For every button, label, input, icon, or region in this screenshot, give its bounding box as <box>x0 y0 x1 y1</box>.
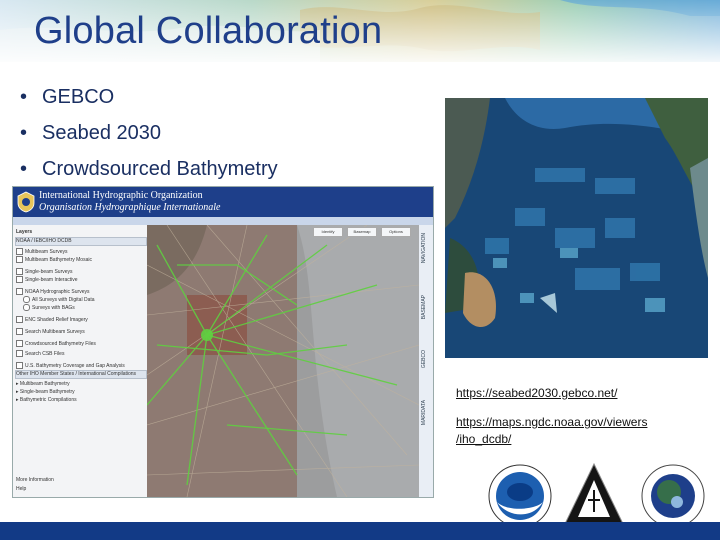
viewer-subbar <box>13 217 433 225</box>
checkbox[interactable] <box>16 268 23 275</box>
bullet-item: • GEBCO <box>20 82 278 118</box>
globe-seal-logo-icon <box>641 464 705 528</box>
checkbox[interactable] <box>16 316 23 323</box>
search-icon <box>16 350 23 357</box>
dcdb-viewer-screenshot: International Hydrographic Organization … <box>12 186 434 498</box>
layer-row[interactable]: NOAA Hydrographic Surveys <box>16 288 89 295</box>
checkbox[interactable] <box>16 362 23 369</box>
viewer-header: International Hydrographic Organization … <box>13 187 433 217</box>
radio[interactable] <box>23 304 30 311</box>
footer-bar <box>0 522 720 540</box>
noaa-logo-icon <box>488 464 552 528</box>
layer-group-label: Other IHO Member States / International … <box>16 371 137 377</box>
checkbox[interactable] <box>16 256 23 263</box>
checkbox[interactable] <box>16 288 23 295</box>
iho-triangle-logo-icon <box>562 462 626 529</box>
viewer-side-tabs: NAVIGATION BASEMAP GEBCO MARIDATA <box>419 225 433 497</box>
layer-row[interactable]: Multibeam Bathymetry Mosaic <box>16 256 92 263</box>
search-icon <box>16 328 23 335</box>
basemap-dropdown[interactable]: Basemap <box>347 227 377 237</box>
layer-row[interactable]: ▸ Single-beam Bathymetry <box>16 389 75 395</box>
layer-row[interactable]: Multibeam Surveys <box>16 248 68 255</box>
layer-group-label: NOAA / IEBC/IHO DCDB <box>16 238 72 244</box>
layer-row[interactable]: Single-beam Interactive <box>16 276 78 283</box>
search-csb-button[interactable]: Search CSB Files <box>16 350 64 357</box>
layer-row[interactable]: Surveys with BAGs <box>23 304 75 311</box>
bullet-dot-icon: • <box>20 158 28 180</box>
viewer-org-name-fr: Organisation Hydrographique Internationa… <box>39 202 221 213</box>
layer-row[interactable]: All Surveys with Digital Data <box>23 296 95 303</box>
layer-row[interactable]: ▸ Multibeam Bathymetry <box>16 381 70 387</box>
more-information-link[interactable]: More Information <box>16 477 54 483</box>
checkbox[interactable] <box>16 276 23 283</box>
layer-row[interactable]: Crowdsourced Bathymetry Files <box>16 340 96 347</box>
layer-row[interactable]: U.S. Bathymetry Coverage and Gap Analysi… <box>16 362 125 369</box>
bullet-item: • Crowdsourced Bathymetry <box>20 154 278 190</box>
layers-panel: Layers NOAA / IEBC/IHO DCDB Multibeam Su… <box>13 225 148 497</box>
search-multibeam-button[interactable]: Search Multibeam Surveys <box>16 328 85 335</box>
slide: Global Collaboration • GEBCO • Seabed 2030… <box>0 0 720 540</box>
options-dropdown[interactable]: Options <box>381 227 411 237</box>
checkbox[interactable] <box>16 248 23 255</box>
identify-dropdown[interactable]: Identify <box>313 227 343 237</box>
layer-row[interactable]: ENC Shaded Relief Imagery <box>16 316 88 323</box>
noaa-viewer-link[interactable]: https://maps.ngdc.noaa.gov/viewers <box>456 415 647 429</box>
bullet-list: • GEBCO • Seabed 2030 • Crowdsourced Bathym… <box>20 82 278 190</box>
iho-emblem-icon <box>17 191 35 213</box>
tab-basemap[interactable]: BASEMAP <box>421 295 431 319</box>
checkbox[interactable] <box>16 340 23 347</box>
layer-row[interactable]: Single-beam Surveys <box>16 268 73 275</box>
tab-gebco[interactable]: GEBCO <box>421 350 431 368</box>
help-link[interactable]: Help <box>16 486 26 492</box>
viewer-map-canvas[interactable] <box>147 225 419 497</box>
seabed2030-link[interactable]: https://seabed2030.gebco.net/ <box>456 386 617 400</box>
radio[interactable] <box>23 296 30 303</box>
bullet-dot-icon: • <box>20 122 28 144</box>
viewer-org-name: International Hydrographic Organization <box>39 190 203 201</box>
slide-title: Global Collaboration <box>34 10 383 52</box>
tab-maridata[interactable]: MARIDATA <box>421 400 431 425</box>
pacific-bathymetry-map <box>445 98 708 358</box>
layer-row[interactable]: ▸ Bathymetric Compilations <box>16 397 77 403</box>
tab-navigation[interactable]: NAVIGATION <box>421 233 431 263</box>
layers-header: Layers <box>16 229 33 235</box>
noaa-viewer-link-cont[interactable]: /iho_dcdb/ <box>456 432 511 446</box>
bullet-item: • Seabed 2030 <box>20 118 278 154</box>
bullet-dot-icon: • <box>20 86 28 108</box>
